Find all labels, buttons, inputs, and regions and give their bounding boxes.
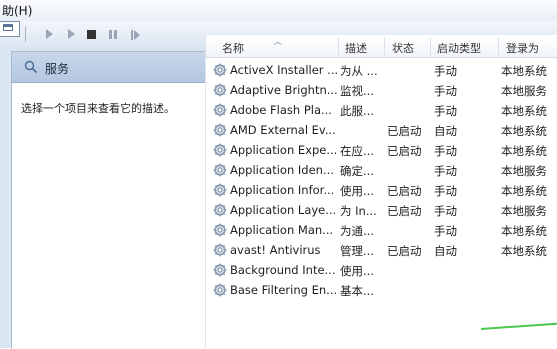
cell-description: 此服... — [340, 104, 374, 118]
column-divider[interactable] — [498, 37, 499, 56]
start-alt-icon[interactable] — [62, 25, 80, 43]
cell-startup-type: 手动 — [434, 184, 457, 198]
cell-startup-type: 手动 — [434, 64, 457, 78]
pause-icon[interactable] — [104, 25, 122, 43]
cell-name: Base Filtering En... — [230, 283, 338, 297]
cell-description: 在应... — [340, 144, 374, 158]
service-gear-icon — [213, 283, 227, 297]
service-gear-icon — [213, 163, 227, 177]
cell-status: 已启动 — [387, 124, 422, 138]
cell-name: Background Inte... — [230, 263, 336, 277]
table-row[interactable]: Application Laye... 为 In... 已启动 手动 本地服务 — [206, 200, 557, 220]
cell-logon-as: 本地系统 — [501, 224, 547, 238]
cell-startup-type: 手动 — [434, 84, 457, 98]
cell-status: 已启动 — [387, 244, 422, 258]
cell-description: 为通... — [340, 224, 374, 238]
service-gear-icon — [213, 263, 227, 277]
table-row[interactable]: Application Iden... 确定... 手动 本地服务 — [206, 160, 557, 180]
cell-description: 管理... — [340, 244, 374, 258]
restart-icon[interactable] — [126, 25, 144, 43]
cell-name: AMD External Ev... — [230, 123, 336, 137]
column-divider[interactable] — [338, 37, 339, 56]
table-row[interactable]: Background Inte... 使用... — [206, 260, 557, 280]
stop-icon[interactable] — [82, 25, 100, 43]
cell-logon-as: 本地系统 — [501, 104, 547, 118]
service-gear-icon — [213, 63, 227, 77]
cell-status: 已启动 — [387, 144, 422, 158]
service-gear-icon — [213, 223, 227, 237]
cell-description: 基本... — [340, 284, 374, 298]
cell-logon-as: 本地服务 — [501, 84, 547, 98]
table-row[interactable]: Application Man... 为通... 手动 本地系统 — [206, 220, 557, 240]
cell-name: Application Laye... — [230, 203, 337, 217]
services-table: 名称 ︿ 描述 状态 启动类型 登录为 ActiveX Installer ..… — [205, 35, 557, 348]
table-row[interactable]: AMD External Ev... 已启动 自动 本地系统 — [206, 120, 557, 140]
column-name[interactable]: 名称 — [222, 40, 244, 56]
table-row[interactable]: Base Filtering En... 基本... — [206, 280, 557, 300]
cell-description: 监视... — [340, 84, 374, 98]
cell-description: 使用... — [340, 264, 374, 278]
column-divider[interactable] — [430, 37, 431, 56]
cell-description: 为 In... — [340, 204, 377, 218]
service-gear-icon — [213, 183, 227, 197]
table-row[interactable]: Application Expe... 在应... 已启动 手动 本地系统 — [206, 140, 557, 160]
menu-bar: 助(H) — [0, 0, 557, 21]
cell-logon-as: 本地系统 — [501, 144, 547, 158]
cell-name: Adaptive Brightn... — [230, 83, 338, 97]
cell-logon-as: 本地系统 — [501, 184, 547, 198]
cell-startup-type: 手动 — [434, 224, 457, 238]
description-hint: 选择一个项目来查看它的描述。 — [21, 102, 175, 115]
service-gear-icon — [213, 203, 227, 217]
cell-startup-type: 手动 — [434, 144, 457, 158]
column-description[interactable]: 描述 — [345, 40, 367, 56]
column-divider[interactable] — [384, 37, 385, 56]
table-row[interactable]: Application Infor... 使用... 已启动 手动 本地系统 — [206, 180, 557, 200]
cell-description: 为从 ... — [340, 64, 378, 78]
column-status[interactable]: 状态 — [392, 40, 414, 56]
table-row[interactable]: ActiveX Installer ... 为从 ... 手动 本地系统 — [206, 60, 557, 80]
column-startup-type[interactable]: 启动类型 — [437, 40, 481, 56]
cell-status: 已启动 — [387, 184, 422, 198]
cell-name: Application Expe... — [230, 143, 338, 157]
selection-highlight — [480, 321, 557, 330]
cell-name: Application Infor... — [230, 183, 335, 197]
cell-logon-as: 本地系统 — [501, 124, 547, 138]
service-gear-icon — [213, 103, 227, 117]
panel-title: 服务 — [45, 62, 70, 76]
cell-logon-as: 本地系统 — [501, 244, 547, 258]
search-icon — [24, 60, 38, 74]
cell-startup-type: 自动 — [434, 124, 457, 138]
start-icon[interactable] — [40, 25, 58, 43]
cell-name: avast! Antivirus — [230, 243, 321, 257]
column-logon-as[interactable]: 登录为 — [506, 40, 539, 56]
cell-startup-type: 手动 — [434, 204, 457, 218]
service-gear-icon — [213, 123, 227, 137]
cell-status: 已启动 — [387, 204, 422, 218]
cell-name: Application Man... — [230, 223, 334, 237]
cell-startup-type: 手动 — [434, 104, 457, 118]
cell-name: Application Iden... — [230, 163, 334, 177]
table-row[interactable]: Adobe Flash Pla... 此服... 手动 本地系统 — [206, 100, 557, 120]
cell-logon-as: 本地服务 — [501, 164, 547, 178]
cell-startup-type: 自动 — [434, 244, 457, 258]
menu-help[interactable]: 助(H) — [0, 2, 34, 19]
cell-logon-as: 本地系统 — [501, 64, 547, 78]
table-row[interactable]: Adaptive Brightn... 监视... 手动 本地服务 — [206, 80, 557, 100]
toolbar-separator — [25, 26, 26, 42]
cell-description: 确定... — [340, 164, 374, 178]
table-row[interactable]: avast! Antivirus 管理... 已启动 自动 本地系统 — [206, 240, 557, 260]
cell-startup-type: 手动 — [434, 164, 457, 178]
service-gear-icon — [213, 143, 227, 157]
service-gear-icon — [213, 83, 227, 97]
cell-description: 使用... — [340, 184, 374, 198]
cell-logon-as: 本地服务 — [501, 204, 547, 218]
cell-name: Adobe Flash Pla... — [230, 103, 332, 117]
sort-ascending-icon: ︿ — [274, 37, 282, 46]
service-gear-icon — [213, 243, 227, 257]
cell-name: ActiveX Installer ... — [230, 63, 339, 77]
view-icon[interactable] — [0, 21, 20, 37]
table-header: 名称 ︿ 描述 状态 启动类型 登录为 — [206, 35, 557, 58]
